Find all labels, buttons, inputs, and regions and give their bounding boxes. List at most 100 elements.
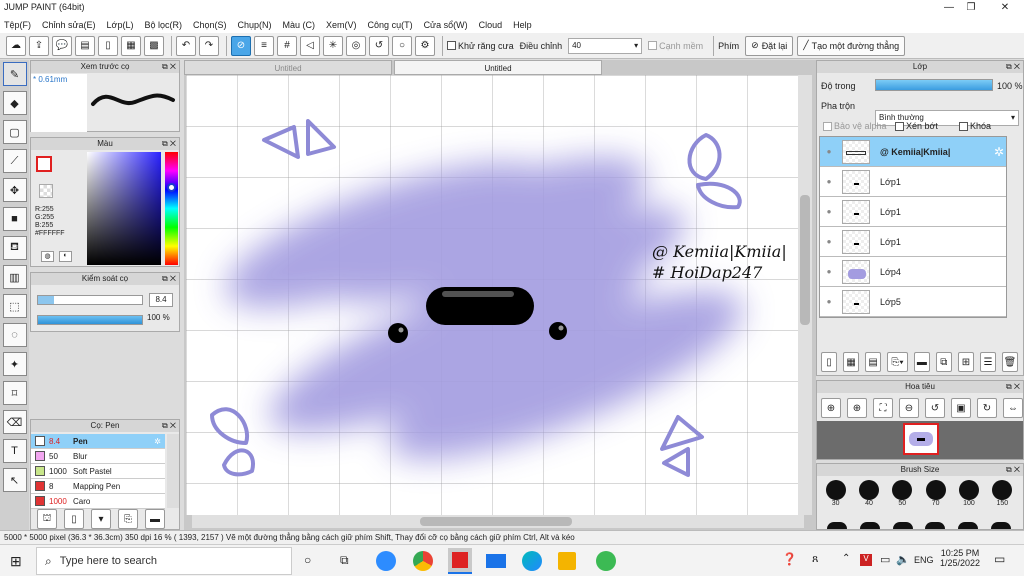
concentric-icon[interactable]: ◎ bbox=[346, 35, 366, 56]
brush-size-cell[interactable]: 40 bbox=[855, 480, 883, 507]
foreground-color-swatch[interactable] bbox=[36, 156, 52, 172]
maximize-icon[interactable]: ❐ bbox=[956, 0, 986, 16]
zoom-actual-icon[interactable]: ⊕ bbox=[821, 398, 841, 418]
crosshatch-icon[interactable]: # bbox=[277, 35, 297, 56]
rect-select-icon[interactable]: ⬚ bbox=[2, 294, 27, 318]
pen-tool-icon[interactable]: ✎ bbox=[2, 62, 27, 86]
circle-snap-icon[interactable]: ○ bbox=[392, 35, 412, 56]
rotate-left-icon[interactable]: ↺ bbox=[925, 398, 945, 418]
protect-alpha-checkbox[interactable] bbox=[823, 121, 832, 131]
text-tool-icon[interactable]: T bbox=[2, 439, 27, 463]
task-view-icon[interactable]: ⧉ bbox=[340, 553, 349, 568]
brush-size-cell[interactable]: 50 bbox=[888, 480, 916, 507]
new-layer-icon[interactable]: ▯ bbox=[821, 352, 838, 372]
parallel-lines-icon[interactable]: ≡ bbox=[254, 35, 274, 56]
menu-select[interactable]: Chọn(S) bbox=[193, 20, 227, 30]
rectangle-tool-icon[interactable]: ▢ bbox=[2, 120, 27, 144]
visibility-icon[interactable]: ● bbox=[820, 147, 838, 156]
move-tool-icon[interactable]: ✥ bbox=[2, 178, 27, 202]
menu-tools[interactable]: Công cụ(T) bbox=[368, 20, 413, 30]
brush-list-scrollbar[interactable] bbox=[167, 434, 179, 508]
volume-icon[interactable]: 🔈 bbox=[896, 553, 910, 566]
vertical-scroll-thumb[interactable] bbox=[800, 195, 810, 325]
panel-close-icon[interactable]: ⧉ ✕ bbox=[162, 420, 176, 432]
close-icon[interactable]: ✕ bbox=[990, 0, 1020, 16]
menu-help[interactable]: Help bbox=[513, 20, 532, 30]
new-folder-icon[interactable]: ▬ bbox=[913, 352, 930, 372]
layer-row[interactable]: ● Lớp1 bbox=[820, 197, 1006, 227]
lock-toggle[interactable]: Khóa bbox=[959, 121, 991, 131]
clip-checkbox[interactable] bbox=[895, 121, 904, 131]
gear-icon[interactable]: ✲ bbox=[994, 145, 1004, 159]
lasso-select-icon[interactable]: ◌ bbox=[2, 323, 27, 347]
navigator-thumbnail[interactable] bbox=[903, 423, 939, 455]
layer-settings-icon[interactable]: ☰ bbox=[979, 352, 996, 372]
brush-size-cell[interactable]: 100 bbox=[955, 480, 983, 507]
grid-settings-icon[interactable]: ▩ bbox=[144, 35, 164, 56]
merge-layer-icon[interactable]: ⊞ bbox=[957, 352, 974, 372]
tab-untitled-2[interactable]: Untitled bbox=[394, 60, 602, 75]
flip-icon[interactable]: ⇔ bbox=[1003, 398, 1023, 418]
help-icon[interactable]: ❓ bbox=[782, 552, 797, 566]
radial-icon[interactable]: ✳ bbox=[323, 35, 343, 56]
visibility-icon[interactable]: ● bbox=[820, 207, 838, 216]
document-icon[interactable]: ▦ bbox=[121, 35, 141, 56]
brush-size-value[interactable]: 8.4 bbox=[149, 293, 173, 307]
network-icon[interactable]: ▭ bbox=[880, 553, 890, 566]
comment-icon[interactable]: 💬 bbox=[52, 35, 72, 56]
gear-icon[interactable]: ✲ bbox=[154, 437, 161, 446]
language-indicator[interactable]: ENG bbox=[914, 555, 934, 565]
brush-size-slider[interactable] bbox=[37, 295, 143, 305]
visibility-icon[interactable]: ● bbox=[820, 177, 838, 186]
clip-toggle[interactable]: Xén bớt bbox=[895, 121, 938, 131]
new-8bit-layer-icon[interactable]: ▤ bbox=[865, 352, 882, 372]
brush-list-item[interactable]: 50 Blur bbox=[31, 449, 165, 464]
notification-icon[interactable]: ▭ bbox=[994, 552, 1005, 566]
antialias-checkbox[interactable] bbox=[447, 41, 456, 50]
brush-menu-icon[interactable]: ▾ bbox=[91, 509, 111, 529]
color-set-icon[interactable]: ◐ bbox=[59, 251, 72, 262]
saturation-value-picker[interactable] bbox=[87, 152, 161, 265]
navigator-view[interactable] bbox=[817, 421, 1023, 459]
zoom-in-icon[interactable]: ⊕ bbox=[847, 398, 867, 418]
chrome-icon[interactable] bbox=[413, 551, 433, 571]
antivirus-icon[interactable]: V bbox=[860, 554, 872, 566]
menu-window[interactable]: Cửa sổ(W) bbox=[424, 20, 468, 30]
eraser-tool-icon[interactable]: ◆ bbox=[2, 91, 27, 115]
duplicate-layer-icon[interactable]: ⧉ bbox=[935, 352, 952, 372]
vertical-scrollbar[interactable] bbox=[798, 75, 812, 515]
brush-list-item[interactable]: 1000 Caro bbox=[31, 494, 165, 509]
brush-tool-icon[interactable]: ⟋ bbox=[2, 149, 27, 173]
brush-size-dot[interactable] bbox=[827, 522, 848, 529]
reset-button[interactable]: ⊘ Đặt lại bbox=[745, 35, 794, 56]
new-halftone-layer-icon[interactable]: ▦ bbox=[843, 352, 860, 372]
brush-size-cell[interactable]: 30 bbox=[822, 480, 850, 507]
layer-row[interactable]: ● @ Kemiia|Kmiia| ✲ bbox=[820, 137, 1006, 167]
rotate-right-icon[interactable]: ↻ bbox=[977, 398, 997, 418]
vanishing-icon[interactable]: ◁ bbox=[300, 35, 320, 56]
hue-slider[interactable] bbox=[165, 152, 178, 265]
panel-close-icon[interactable]: ⧉ ✕ bbox=[1006, 61, 1020, 73]
brush-list-item[interactable]: 1000 Soft Pastel bbox=[31, 464, 165, 479]
panel-close-icon[interactable]: ⧉ ✕ bbox=[162, 138, 176, 150]
menu-view[interactable]: Xem(V) bbox=[326, 20, 357, 30]
select-pen-icon[interactable]: ⌑ bbox=[2, 381, 27, 405]
add-brush-icon[interactable]: ⛫ bbox=[37, 509, 57, 529]
operation-tool-icon[interactable]: ↖ bbox=[2, 468, 27, 492]
reset-view-icon[interactable]: ▣ bbox=[951, 398, 971, 418]
layer-row[interactable]: ● Lớp5 bbox=[820, 287, 1006, 317]
brush-size-dot[interactable] bbox=[859, 522, 880, 529]
layer-row[interactable]: ● Lớp1 bbox=[820, 227, 1006, 257]
magic-wand-icon[interactable]: ✦ bbox=[2, 352, 27, 376]
jump-paint-taskbar-icon[interactable] bbox=[448, 548, 472, 574]
straight-line-button[interactable]: ╱ Tạo một đường thẳng bbox=[797, 35, 906, 56]
visibility-icon[interactable]: ● bbox=[820, 267, 838, 276]
layer-row[interactable]: ● Lớp1 bbox=[820, 167, 1006, 197]
select-eraser-icon[interactable]: ⌫ bbox=[2, 410, 27, 434]
brush-opacity-slider[interactable] bbox=[37, 315, 143, 325]
people-icon[interactable]: ጸ bbox=[812, 553, 818, 566]
brush-size-cell[interactable]: 150 bbox=[988, 480, 1016, 507]
menu-capture[interactable]: Chụp(N) bbox=[238, 20, 272, 30]
panel-close-icon[interactable]: ⧉ ✕ bbox=[162, 273, 176, 285]
layer-opacity-slider[interactable] bbox=[875, 79, 993, 91]
